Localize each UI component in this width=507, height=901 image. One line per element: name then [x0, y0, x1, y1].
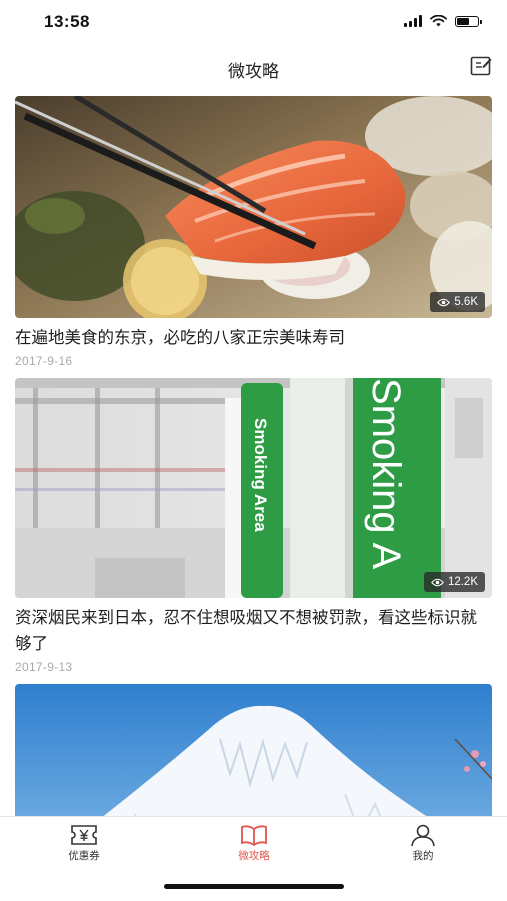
tab-coupons[interactable]: 优惠券	[39, 823, 129, 863]
edit-icon[interactable]	[469, 54, 493, 78]
coupon-icon	[71, 825, 97, 845]
article-image-fuji[interactable]	[15, 684, 492, 816]
tab-guides[interactable]: 微攻略	[209, 823, 299, 863]
tab-profile[interactable]: 我的	[378, 823, 468, 863]
smoking-sign-large: Smoking A	[364, 378, 408, 570]
article-image-sushi[interactable]: 5.6K	[15, 96, 492, 318]
view-count-badge: 12.2K	[423, 572, 485, 592]
article-title[interactable]: 在遍地美食的东京，必吃的八家正宗美味寿司	[15, 325, 492, 351]
smoking-sign-photo: Smoking Area Smoking A	[15, 378, 492, 598]
status-bar: 13:58	[0, 0, 507, 46]
article-title[interactable]: 资深烟民来到日本，忍不住想吸烟又不想被罚款，看这些标识就够了	[15, 605, 492, 657]
smoking-sign-small: Smoking Area	[251, 418, 270, 532]
view-count-badge: 5.6K	[430, 292, 485, 312]
battery-icon	[455, 15, 482, 27]
user-icon	[411, 824, 435, 847]
article-feed[interactable]: 5.6K 在遍地美食的东京，必吃的八家正宗美味寿司 2017-9-16 Smok…	[0, 96, 507, 816]
article-date: 2017-9-16	[15, 354, 73, 368]
mountain-photo	[15, 684, 492, 816]
article-card[interactable]: Smoking Area Smoking A 12.2K 资深烟民来到日本，忍不…	[15, 378, 492, 674]
home-indicator	[164, 884, 344, 889]
nav-bar: 微攻略	[0, 46, 507, 90]
article-card[interactable]: 5.6K 在遍地美食的东京，必吃的八家正宗美味寿司 2017-9-16	[15, 96, 492, 368]
tab-label: 我的	[412, 850, 434, 862]
status-time: 13:58	[44, 12, 90, 31]
tab-label: 微攻略	[238, 850, 270, 862]
book-icon	[241, 825, 267, 847]
view-count: 12.2K	[447, 576, 478, 588]
tab-label: 优惠券	[68, 850, 100, 862]
page-title: 微攻略	[228, 62, 279, 81]
signal-icon	[404, 15, 422, 27]
status-icons	[404, 15, 482, 27]
eye-icon	[437, 298, 451, 306]
article-date: 2017-9-13	[15, 660, 73, 674]
article-image-smoking[interactable]: Smoking Area Smoking A 12.2K	[15, 378, 492, 598]
article-card[interactable]	[15, 684, 492, 816]
view-count: 5.6K	[454, 296, 478, 308]
battery-fill	[457, 17, 470, 25]
wifi-icon	[430, 15, 447, 27]
sushi-photo	[15, 96, 492, 318]
eye-icon	[431, 578, 444, 586]
